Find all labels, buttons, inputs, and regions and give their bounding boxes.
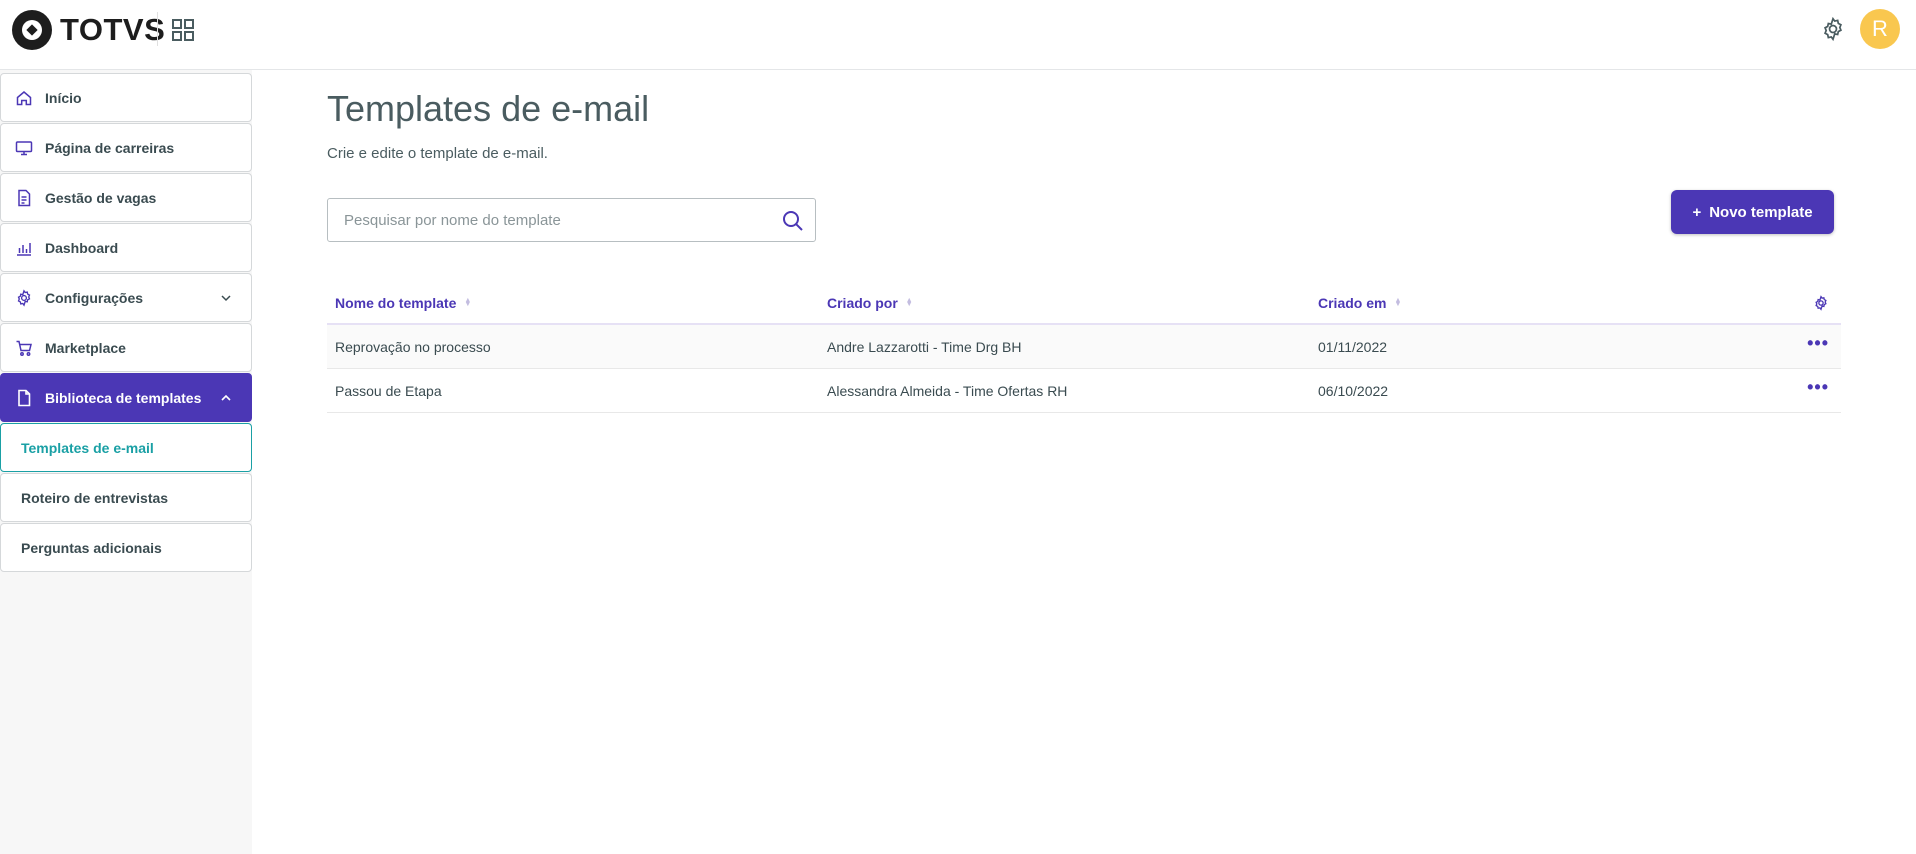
sidebar-item-gestao-de-vagas[interactable]: Gestão de vagas — [0, 173, 252, 222]
sidebar-subitem-label: Templates de e-mail — [21, 439, 154, 456]
apps-grid-icon[interactable] — [171, 18, 195, 42]
new-template-button-label: Novo template — [1709, 203, 1813, 221]
column-header-label: Nome do template — [335, 295, 457, 311]
cell-created-by: Andre Lazzarotti - Time Drg BH — [827, 339, 1022, 355]
sidebar-subitem-roteiro-de-entrevistas[interactable]: Roteiro de entrevistas — [0, 473, 252, 522]
cell-created-at: 06/10/2022 — [1318, 383, 1389, 399]
page-subtitle: Crie e edite o template de e-mail. — [327, 145, 548, 162]
sidebar-item-label: Gestão de vagas — [45, 189, 157, 206]
gear-icon — [15, 288, 33, 307]
home-icon — [15, 89, 33, 107]
header-divider — [157, 12, 158, 46]
sidebar-item-label: Marketplace — [45, 339, 126, 356]
column-header-criado-em[interactable]: Criado em ▲ ▼ — [1318, 295, 1401, 311]
cell-template-name: Passou de Etapa — [335, 383, 442, 399]
cart-icon — [15, 339, 33, 357]
table-settings-gear-icon[interactable] — [1813, 295, 1829, 311]
chevron-down-icon — [221, 295, 231, 302]
table-body: Reprovação no processo Andre Lazzarotti … — [327, 325, 1841, 413]
search-icon[interactable] — [781, 209, 805, 233]
row-actions-more-icon[interactable]: ••• — [1807, 334, 1829, 352]
sidebar-subitem-label: Perguntas adicionais — [21, 539, 162, 556]
page-title: Templates de e-mail — [327, 88, 650, 129]
cell-created-at: 01/11/2022 — [1318, 339, 1388, 355]
sort-icon: ▲ ▼ — [1394, 297, 1402, 308]
sidebar-subitem-templates-de-email[interactable]: Templates de e-mail — [0, 423, 252, 472]
search-box — [327, 198, 816, 242]
logo-mark-icon — [12, 10, 52, 50]
bar-chart-icon — [15, 239, 33, 257]
sidebar-item-label: Página de carreiras — [45, 139, 175, 156]
plus-icon: + — [1692, 203, 1702, 221]
sidebar-item-pagina-de-carreiras[interactable]: Página de carreiras — [0, 123, 252, 172]
sidebar-item-configuracoes[interactable]: Configurações — [0, 273, 252, 322]
sidebar-subitem-label: Roteiro de entrevistas — [21, 489, 169, 506]
top-bar: TOTVS R — [0, 0, 1916, 70]
search-input[interactable] — [344, 199, 764, 241]
table-header: Nome do template ▲ ▼ Criado por ▲ ▼ Criado… — [327, 283, 1841, 325]
sidebar-item-label: Configurações — [45, 289, 144, 306]
sidebar-item-inicio[interactable]: Início — [0, 73, 252, 122]
sidebar: Início Página de carreiras Gestão de vag… — [0, 70, 252, 854]
column-header-label: Criado em — [1318, 295, 1387, 311]
sidebar-item-label: Biblioteca de templates — [45, 389, 202, 406]
sidebar-subitem-perguntas-adicionais[interactable]: Perguntas adicionais — [0, 523, 252, 572]
cell-created-by: Alessandra Almeida - Time Ofertas RH — [827, 383, 1068, 399]
column-header-label: Criado por — [827, 295, 898, 311]
sidebar-item-dashboard[interactable]: Dashboard — [0, 223, 252, 272]
column-header-nome[interactable]: Nome do template ▲ ▼ — [335, 295, 471, 311]
templates-table: Nome do template ▲ ▼ Criado por ▲ ▼ Criado… — [327, 283, 1841, 413]
sort-icon: ▲ ▼ — [905, 297, 913, 308]
user-avatar[interactable]: R — [1860, 9, 1900, 49]
new-template-button[interactable]: + Novo template — [1671, 190, 1834, 234]
settings-gear-icon[interactable] — [1820, 16, 1846, 42]
document-icon — [15, 189, 33, 207]
sidebar-item-label: Início — [45, 89, 82, 106]
table-row[interactable]: Passou de Etapa Alessandra Almeida - Tim… — [327, 369, 1841, 413]
chevron-up-icon — [221, 394, 231, 401]
monitor-icon — [15, 139, 33, 157]
sidebar-item-marketplace[interactable]: Marketplace — [0, 323, 252, 372]
sort-icon: ▲ ▼ — [464, 297, 472, 308]
row-actions-more-icon[interactable]: ••• — [1807, 378, 1829, 396]
cell-template-name: Reprovação no processo — [335, 339, 491, 355]
table-row[interactable]: Reprovação no processo Andre Lazzarotti … — [327, 325, 1841, 369]
totvs-logo[interactable]: TOTVS — [12, 10, 165, 50]
sidebar-item-biblioteca-de-templates[interactable]: Biblioteca de templates — [0, 373, 252, 422]
column-header-criado-por[interactable]: Criado por ▲ ▼ — [827, 295, 913, 311]
document-icon — [15, 389, 33, 407]
sidebar-item-label: Dashboard — [45, 239, 119, 256]
logo-text: TOTVS — [60, 12, 166, 47]
